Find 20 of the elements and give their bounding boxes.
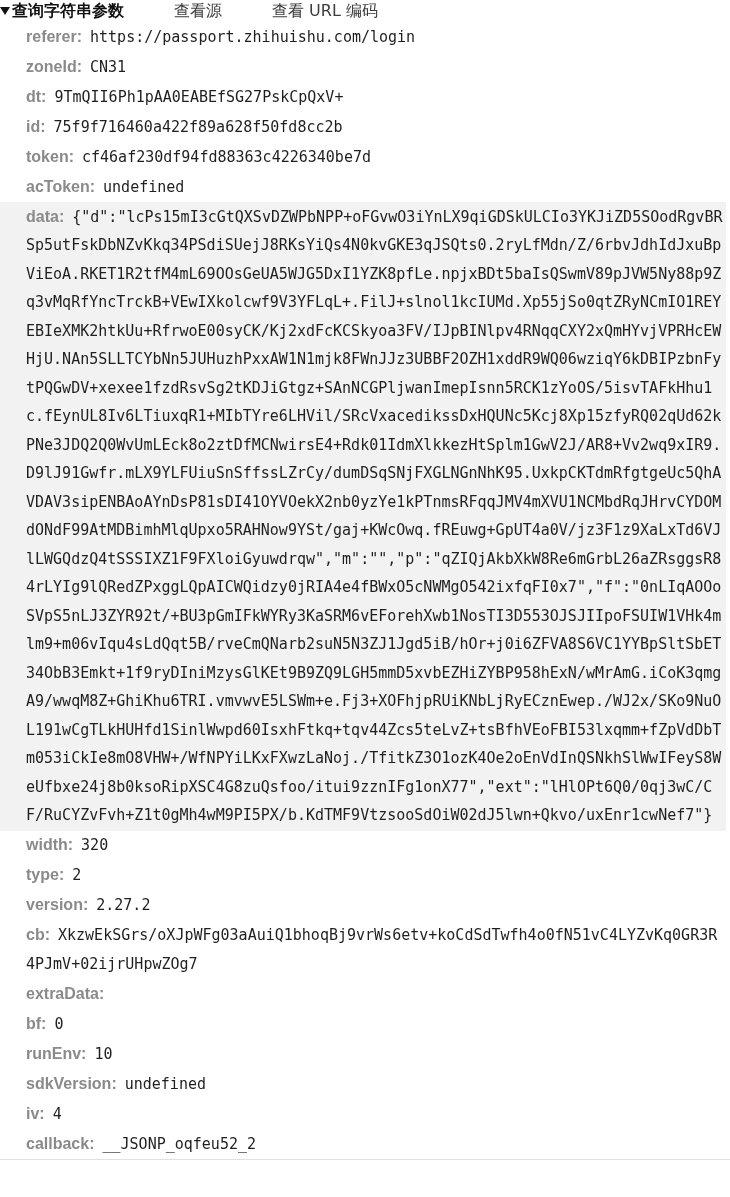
param-entry: zoneId: CN31: [25, 56, 128, 78]
param-entry: runEnv: 10: [25, 1043, 114, 1065]
section-toggle[interactable]: 查询字符串参数: [0, 1, 124, 21]
param-entry: dt: 9TmQII6Ph1pAA0EABEfSG27PskCpQxV+: [25, 86, 345, 108]
param-entry: sdkVersion: undefined: [25, 1073, 207, 1095]
header-link[interactable]: 查看源: [174, 1, 222, 21]
param-entry: cb: XkzwEkSGrs/oXJpWFg03aAuiQ1bhoqBj9vrWs6etv+koCdSdTwfh4o0fN51vC4LYZvKq0GR3R4PJmV+02ijrUHpwZOg7: [25, 925, 719, 975]
param-entry: callback: __JSONP_oqfeu52_2: [25, 1133, 257, 1155]
header-link[interactable]: 查看 URL 编码: [272, 1, 378, 21]
param-entry: type: 2: [25, 865, 83, 887]
param-entry: acToken: undefined: [25, 176, 186, 198]
highlighted-param-entry: data: {"d":"lcPs15mI3cGtQXSvDZWPbNPP+oFGvwO3iYnLX9qiGDSkULCIo3YKJiZD5SOodRgvBRSp5utFskDbNZvKkq34PSdiSUejJ8RKsYiQs4N0kvGKE3qJSQts0.2ryLfMdn/Z/6rbvJdhIdJxuBpViEoA.RKET1R2tfM4mL69OOsGeUA5WJG5DxI1YZK8pfLe.npjxBDt5baIsQSwmV89pJVW5Ny88p9Zq3vMqRfYncTrckB+VEwIXkolcwf9V3YFLqL+.FilJ+slnol1kcIUMd.Xp55jSo0qtZRyNCmIO1REYEBIeXMK2htkUu+RfrwoE00syCK/Kj2xdFcKCSkyoa3FV/IJpBINlpv4RNqqCXY2xQmHYvjVPRHcEWHjU.NAn5SLLTCYbNn5JUHuzhPxxAW1N1mjk8FWnJJz3UBBF2OZH1xddR9WQ06wziqY6kDBIPzbnFytPQGwDV+xexee1fzdRsvSg2tKDJiGtgz+SAnNCGPljwanImepIsnn5RCK1zYoOS/5isvTAFkHhu1c.fEynUL8Iv6LTiuxqR1+MIbTYre6LHVil/SRcVxacedikssDxHQUNc5Kcj8Xp15zfyRQ02qUd62kPNe3JDQ2Q0WvUmLEck8o2ztDfMCNwirsE4+Rdk01IdmXlkkezHtSplm1GwV2J/AR8+Vv2wq9xIR9.D9lJ91Gwfr.mLX9YLFUiuSnSffssLZrCy/dumDSqSNjFXGLNGnNhK95.UxkpCKTdmRfgtgeUc5QhAVDAV3sipENBAoAYnDsP81sDI41OYVOekX2nb0yzYe1kPTnmsRFqqJMV4mXVU1NCMbdRqJHrvCYDOMdONdF99AtMDBimhMlqUpxo5RAHNow9YSt/gaj+KWcOwq.fREuwg+GpUT4a0V/jz3F1z9XaLxTd6VJlLWGQdzQ4tSSSIXZ1F9FXloiGyuwdrqw","m":"","p":"qZIQjAkbXkW8Re6mGrbL26aZRsggsR84rLYIg9lQRedZPxggLQpAICWQidzy0jRIA4e4fBWxO5cNWMgO542ixfqFI0x7","f":"0nLIqAOOoSVpS5nLJ3ZYR92t/+BU3pGmIFkWYRy3KaSRM6vEForehXwb1NosTI3D553OJSJIIpoFSUIW1VHk4mlm9+m06vIqu4sLdQqt5B/rveCmQNarb2suN5N3ZJ1Jgd5iB/hOr+j0i6ZFVA8S6VC1YYBpSltSbET34ObB3Emkt+1f9ryDIniMzysGlKEt9B9ZQ9LGH5mmD5xvbEZHiZYBP958hExN/wMrAmG.iCoK3qmgA9/wwqM8Z+GhiKhu6TRI.vmvwvE5LSWm+e.Fj3+XOFhjpRUiKNbLjRyECznEwep./WJ2x/SKo9NuOL191wCgTLkHUHfd1SinlWwpd60IsxhFtkq+tqv44Zcs5teLvZ+tsBfhVEoFBI53lxqmm+fZpVdDbTm053iCkIe8mO8VHW+/WfNPYiLKxFXwzLaNoj./TfitkZ3O1ozK4Oe2oEnVdInQSNkhSlWwIFeyS8WeUfbxe24j8b0ksoRipXSC4G8zuQsfoo/itui9zznIFg1onX77","ext":"lHlOPt6Q0/0qj3wC/CF/RuCYZvFvh+Z1t0gMh4wM9PI5PX/b.KdTMF9VtzsooSdOiW02dJ5lwn+Qkvo/uxEnr1cwNef7"}: [0, 202, 726, 831]
param-entry: version: 2.27.2: [25, 895, 152, 917]
param-entry: width: 320: [25, 835, 110, 857]
param-entry: iv: 4: [25, 1103, 63, 1125]
param-entry: token: cf46af230df94fd88363c4226340be7d: [25, 146, 372, 168]
param-entry: referer: https://passport.zhihuishu.com/login: [25, 26, 417, 48]
param-entry: bf: 0: [25, 1013, 65, 1035]
param-entry: extraData:: [25, 983, 106, 1004]
param-entry: id: 75f9f716460a422f89a628f50fd8cc2b: [25, 116, 344, 138]
